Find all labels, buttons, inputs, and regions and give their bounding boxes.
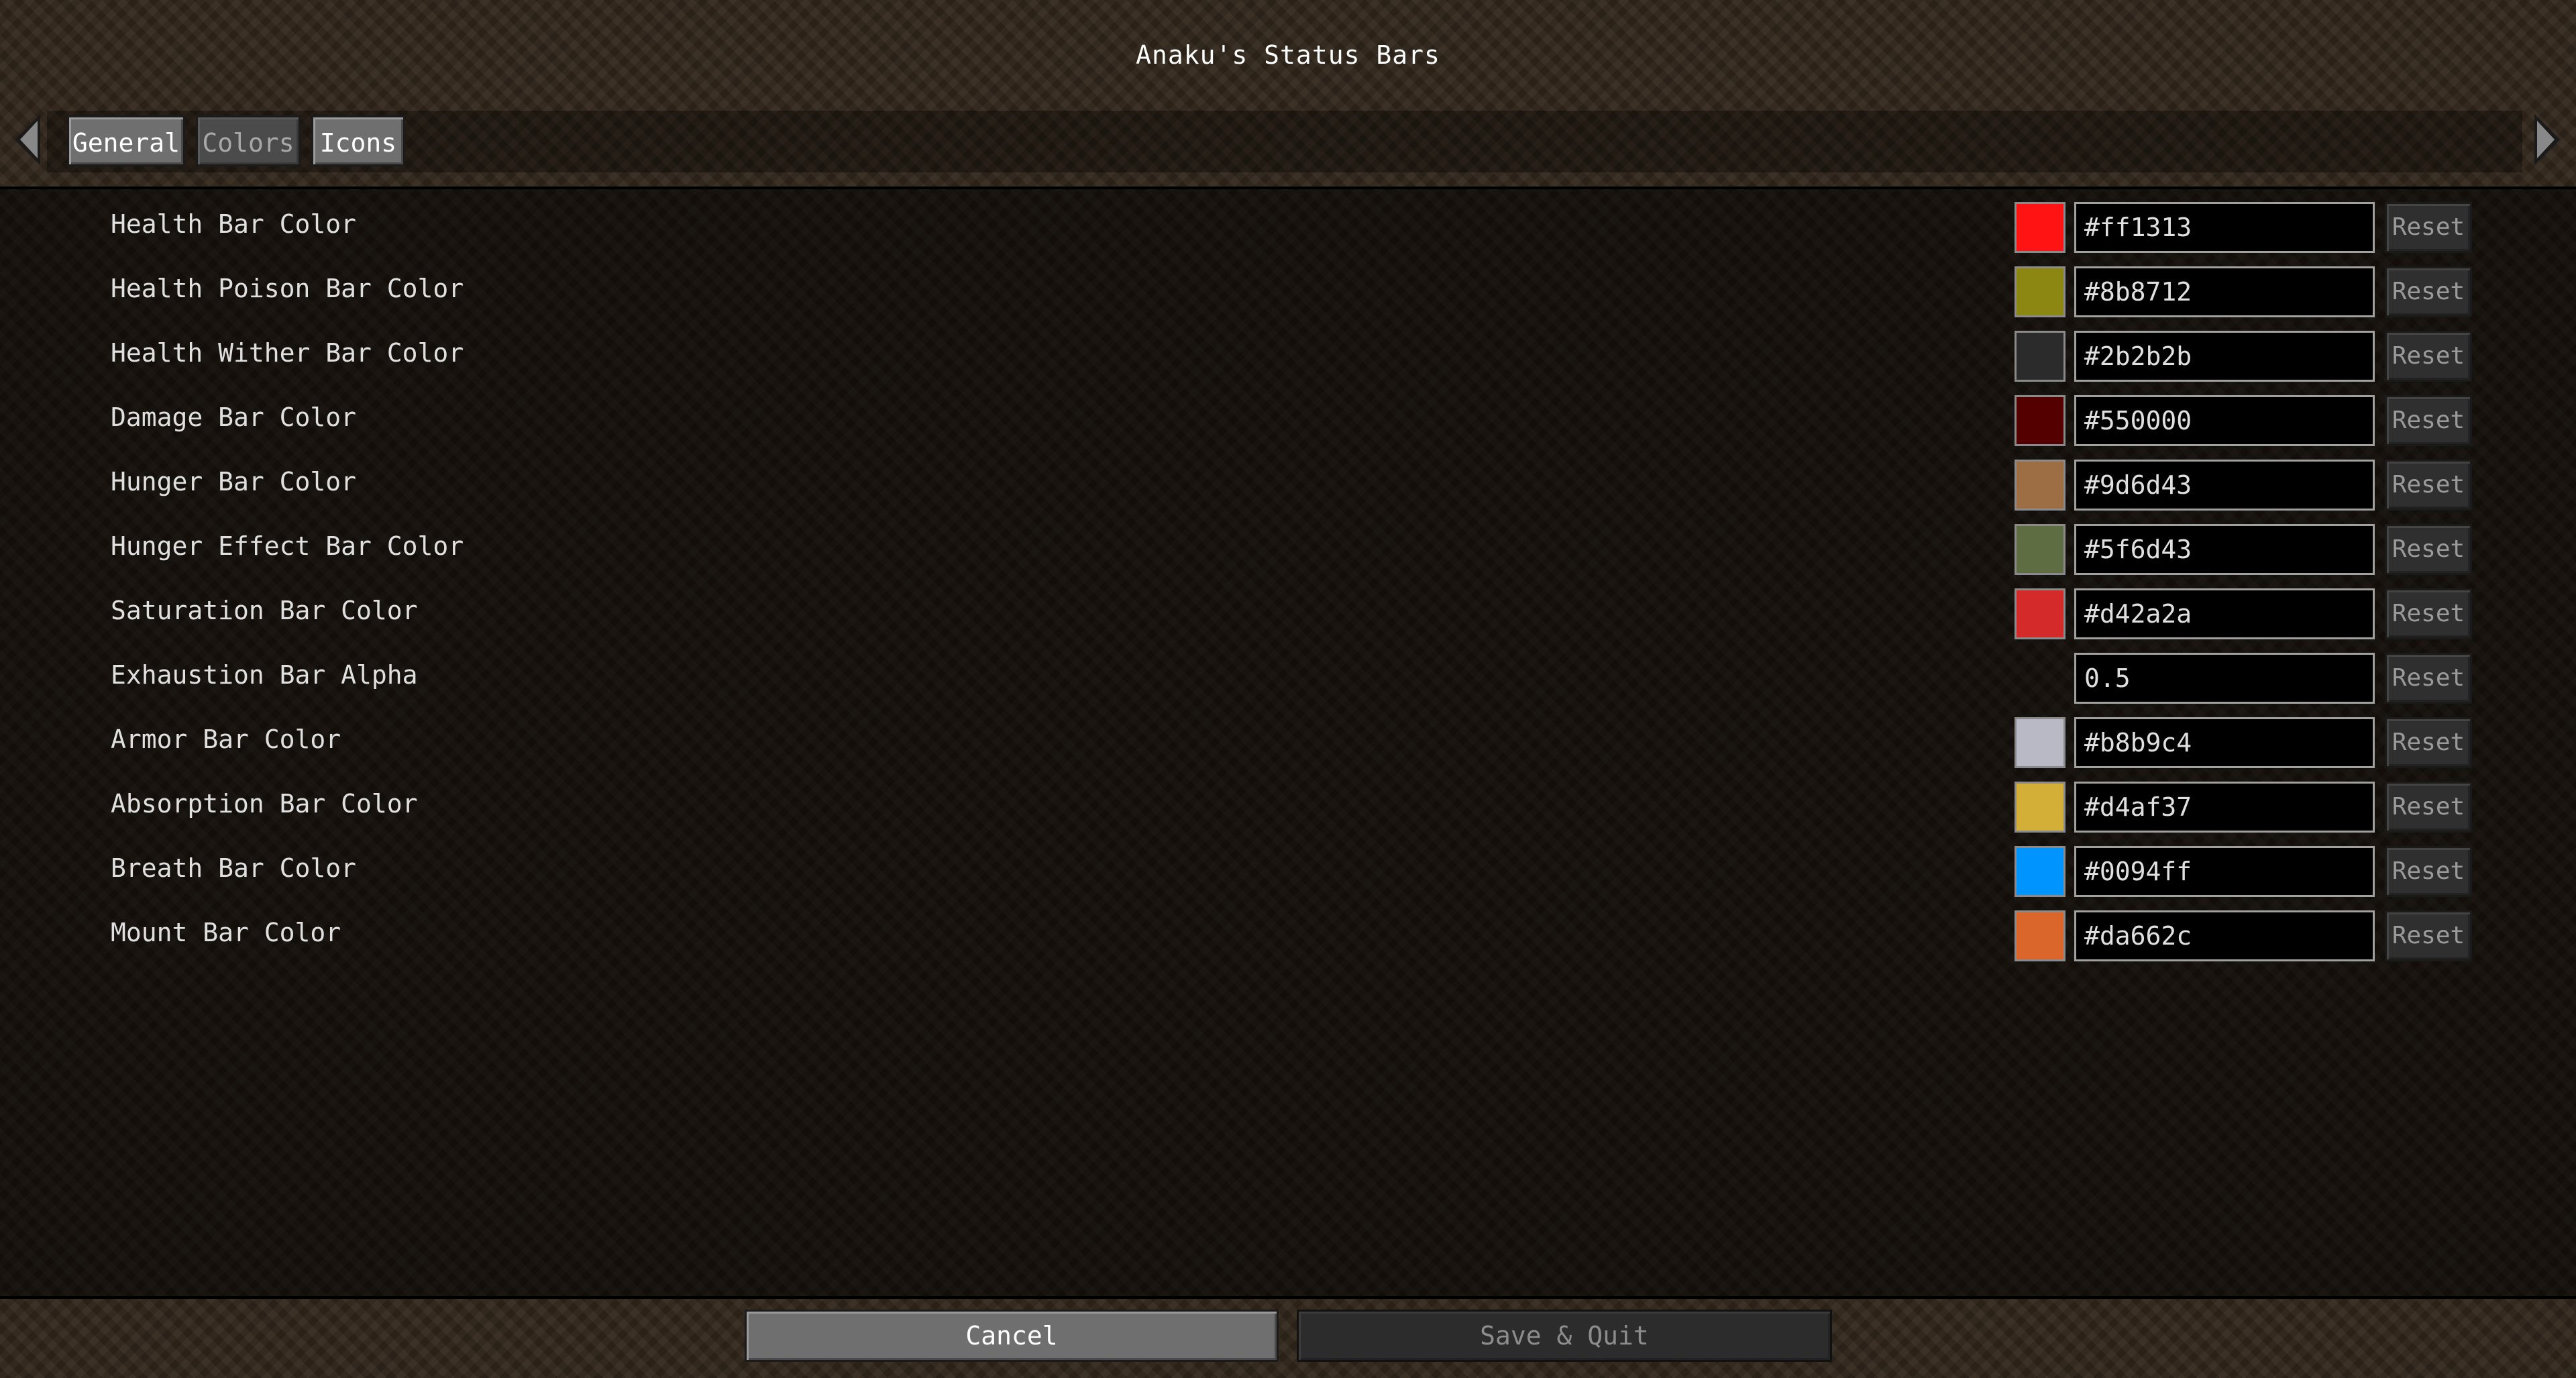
- value-input[interactable]: #0094ff: [2074, 846, 2375, 897]
- option-label: Saturation Bar Color: [111, 596, 418, 625]
- value-input[interactable]: #2b2b2b: [2074, 331, 2375, 382]
- color-swatch[interactable]: [2015, 782, 2065, 833]
- color-swatch[interactable]: [2015, 588, 2065, 639]
- option-row: Saturation Bar Color #d42a2a Reset: [0, 578, 2576, 643]
- option-row: Breath Bar Color #0094ff Reset: [0, 836, 2576, 900]
- reset-button[interactable]: Reset: [2385, 717, 2472, 768]
- value-input[interactable]: #9d6d43: [2074, 460, 2375, 511]
- cancel-button[interactable]: Cancel: [745, 1310, 1279, 1362]
- reset-button[interactable]: Reset: [2385, 653, 2472, 704]
- option-row: Mount Bar Color #da662c Reset: [0, 900, 2576, 965]
- color-swatch[interactable]: [2015, 460, 2065, 511]
- option-row: Hunger Effect Bar Color #5f6d43 Reset: [0, 514, 2576, 578]
- option-label: Health Wither Bar Color: [111, 338, 464, 368]
- option-label: Mount Bar Color: [111, 918, 341, 947]
- value-input[interactable]: #5f6d43: [2074, 524, 2375, 575]
- option-label: Hunger Effect Bar Color: [111, 531, 464, 561]
- option-row: Health Bar Color #ff1313 Reset: [0, 192, 2576, 256]
- value-input[interactable]: #8b8712: [2074, 266, 2375, 317]
- option-row: Health Poison Bar Color #8b8712 Reset: [0, 256, 2576, 321]
- color-swatch[interactable]: [2015, 910, 2065, 961]
- reset-button[interactable]: Reset: [2385, 395, 2472, 446]
- value-input[interactable]: #d42a2a: [2074, 588, 2375, 639]
- option-label: Health Poison Bar Color: [111, 274, 464, 303]
- option-label: Armor Bar Color: [111, 725, 341, 754]
- value-input[interactable]: #da662c: [2074, 910, 2375, 961]
- color-swatch[interactable]: [2015, 524, 2065, 575]
- value-input[interactable]: #d4af37: [2074, 782, 2375, 833]
- value-input[interactable]: #ff1313: [2074, 202, 2375, 253]
- reset-button[interactable]: Reset: [2385, 331, 2472, 382]
- reset-button[interactable]: Reset: [2385, 460, 2472, 511]
- option-label: Hunger Bar Color: [111, 467, 357, 496]
- value-input[interactable]: #550000: [2074, 395, 2375, 446]
- reset-button[interactable]: Reset: [2385, 524, 2472, 575]
- option-row: Armor Bar Color #b8b9c4 Reset: [0, 707, 2576, 772]
- option-label: Health Bar Color: [111, 209, 357, 239]
- option-label: Damage Bar Color: [111, 403, 357, 432]
- option-row: Absorption Bar Color #d4af37 Reset: [0, 772, 2576, 836]
- tab-bar: [47, 111, 2522, 172]
- option-label: Exhaustion Bar Alpha: [111, 660, 418, 690]
- save-and-quit-button[interactable]: Save & Quit: [1297, 1310, 1832, 1362]
- tab-scroll-left-icon[interactable]: [15, 114, 40, 165]
- window-title: Anaku's Status Bars: [1136, 40, 1440, 70]
- tab-general[interactable]: General: [67, 115, 185, 166]
- tab-colors[interactable]: Colors: [196, 115, 301, 166]
- option-label: Breath Bar Color: [111, 853, 357, 883]
- option-label: Absorption Bar Color: [111, 789, 418, 818]
- reset-button[interactable]: Reset: [2385, 266, 2472, 317]
- value-input[interactable]: #b8b9c4: [2074, 717, 2375, 768]
- reset-button[interactable]: Reset: [2385, 588, 2472, 639]
- reset-button[interactable]: Reset: [2385, 202, 2472, 253]
- reset-button[interactable]: Reset: [2385, 910, 2472, 961]
- color-swatch[interactable]: [2015, 395, 2065, 446]
- option-row: Damage Bar Color #550000 Reset: [0, 385, 2576, 449]
- tab-scroll-right-icon[interactable]: [2534, 114, 2560, 165]
- color-swatch[interactable]: [2015, 266, 2065, 317]
- reset-button[interactable]: Reset: [2385, 782, 2472, 833]
- option-row: Exhaustion Bar Alpha 0.5 Reset: [0, 643, 2576, 707]
- color-swatch[interactable]: [2015, 202, 2065, 253]
- option-row: Hunger Bar Color #9d6d43 Reset: [0, 449, 2576, 514]
- option-row: Health Wither Bar Color #2b2b2b Reset: [0, 321, 2576, 385]
- color-swatch[interactable]: [2015, 846, 2065, 897]
- color-swatch[interactable]: [2015, 717, 2065, 768]
- color-swatch[interactable]: [2015, 331, 2065, 382]
- tab-icons[interactable]: Icons: [311, 115, 405, 166]
- reset-button[interactable]: Reset: [2385, 846, 2472, 897]
- value-input[interactable]: 0.5: [2074, 653, 2375, 704]
